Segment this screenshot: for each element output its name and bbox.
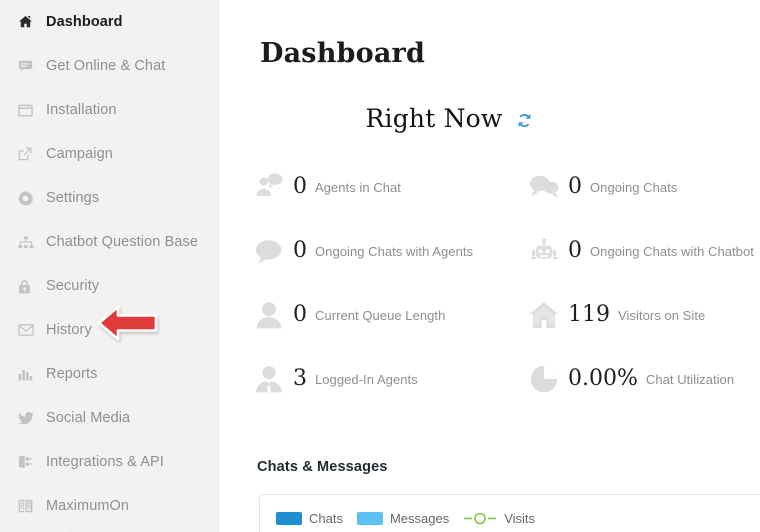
stat-label: Logged-In Agents — [315, 371, 418, 387]
chats-icon — [528, 170, 560, 204]
plug-icon — [18, 452, 40, 472]
pie-chart-icon — [528, 362, 560, 396]
stat-ongoing-chats-with-chatbot: 0 Ongoing Chats with Chatbot — [528, 219, 760, 283]
bar-chart-icon — [18, 364, 40, 384]
sidebar-item-chatbot-question-base[interactable]: Chatbot Question Base — [0, 220, 218, 264]
gear-icon — [18, 188, 40, 208]
stat-value: 119 — [568, 302, 610, 327]
sidebar: Dashboard Get Online & Chat Installation Ca… — [0, 0, 219, 532]
stat-value: 0 — [293, 174, 307, 199]
sidebar-item-label: MaximumOn — [46, 498, 130, 514]
stat-current-queue-length: 0 Current Queue Length — [253, 283, 528, 347]
sidebar-item-maximumon[interactable]: MaximumOn — [0, 484, 218, 528]
sidebar-item-label: Social Media — [46, 410, 131, 426]
refresh-icon[interactable] — [516, 112, 533, 129]
chat-bubble-icon — [253, 234, 285, 268]
sidebar-item-label: Dashboard — [46, 14, 123, 30]
sidebar-item-label: Security — [46, 278, 100, 294]
dashboard-page: Dashboard Get Online & Chat Installation Ca… — [0, 0, 760, 532]
sidebar-item-label: Integrations & API — [46, 454, 164, 470]
house-icon — [528, 298, 560, 332]
grid-icon — [18, 496, 40, 516]
legend-line-marker-icon — [463, 512, 497, 525]
sidebar-item-campaign[interactable]: Campaign — [0, 132, 218, 176]
page-title: Dashboard — [260, 38, 426, 69]
sidebar-item-social-media[interactable]: Social Media — [0, 396, 218, 440]
agents-chat-icon — [253, 170, 285, 204]
bird-icon — [18, 408, 40, 428]
legend-label: Visits — [504, 511, 536, 526]
window-icon — [18, 100, 40, 120]
robot-icon — [528, 234, 560, 268]
sidebar-item-settings[interactable]: Settings — [0, 176, 218, 220]
envelope-icon — [18, 320, 40, 340]
sidebar-item-history[interactable]: History — [0, 308, 218, 352]
main-content: Dashboard Right Now 0 Agents in Chat 0 Ongo… — [219, 0, 760, 532]
sidebar-item-dashboard[interactable]: Dashboard — [0, 0, 218, 44]
chat-icon — [18, 56, 40, 76]
sidebar-item-label: Settings — [46, 190, 100, 206]
stat-value: 0 — [293, 238, 307, 263]
legend-label: Chats — [309, 511, 343, 526]
chart-section-title: Chats & Messages — [257, 459, 388, 475]
right-now-header: Right Now — [219, 104, 679, 133]
stat-label: Chat Utilization — [645, 371, 735, 387]
chart-legend: Chats Messages Visits — [276, 511, 535, 526]
sitemap-icon — [18, 232, 40, 252]
stat-label: Agents in Chat — [315, 179, 401, 195]
stat-value: 0 — [568, 238, 582, 263]
external-link-icon — [18, 144, 40, 164]
sidebar-item-label: Chatbot Question Base — [46, 234, 199, 250]
legend-swatch — [276, 512, 302, 525]
legend-swatch — [356, 512, 383, 525]
stats-grid: 0 Agents in Chat 0 Ongoing Chats 0 Ongoing Ch… — [253, 155, 760, 411]
sidebar-item-label: Reports — [46, 366, 98, 382]
sidebar-item-integrations-api[interactable]: Integrations & API — [0, 440, 218, 484]
stat-ongoing-chats: 0 Ongoing Chats — [528, 155, 760, 219]
sidebar-item-label: History — [46, 322, 92, 338]
home-icon — [18, 12, 40, 32]
legend-item-chats[interactable]: Chats — [276, 511, 343, 526]
lock-icon — [18, 276, 40, 296]
sidebar-item-label: Get Online & Chat — [46, 58, 166, 74]
stat-value: 3 — [293, 366, 307, 391]
stat-label: Visitors on Site — [618, 307, 706, 323]
stat-label: Ongoing Chats with Chatbot — [590, 243, 754, 259]
legend-item-messages[interactable]: Messages — [356, 511, 450, 526]
stat-value: 0 — [568, 174, 582, 199]
sidebar-item-installation[interactable]: Installation — [0, 88, 218, 132]
sidebar-item-security[interactable]: Security — [0, 264, 218, 308]
stat-label: Ongoing Chats with Agents — [315, 243, 474, 259]
chats-and-messages-chart-card: Chats Messages Visits — [259, 494, 760, 532]
stat-ongoing-chats-with-agents: 0 Ongoing Chats with Agents — [253, 219, 528, 283]
stat-label: Current Queue Length — [315, 307, 446, 323]
right-now-title: Right Now — [365, 104, 503, 133]
stat-visitors-on-site: 119 Visitors on Site — [528, 283, 760, 347]
stat-logged-in-agents: 3 Logged-In Agents — [253, 347, 528, 411]
stat-chat-utilization: 0.00% Chat Utilization — [528, 347, 760, 411]
legend-label: Messages — [389, 511, 450, 526]
user-tie-icon — [253, 362, 285, 396]
sidebar-item-reports[interactable]: Reports — [0, 352, 218, 396]
stat-value: 0 — [293, 302, 307, 327]
stat-label: Ongoing Chats — [590, 179, 678, 195]
sidebar-item-label: Installation — [46, 102, 117, 118]
sidebar-item-label: Campaign — [46, 146, 113, 162]
stat-value: 0.00% — [568, 366, 638, 391]
user-icon — [253, 298, 285, 332]
stat-agents-in-chat: 0 Agents in Chat — [253, 155, 528, 219]
legend-item-visits[interactable]: Visits — [463, 511, 535, 526]
sidebar-item-get-online-chat[interactable]: Get Online & Chat — [0, 44, 218, 88]
